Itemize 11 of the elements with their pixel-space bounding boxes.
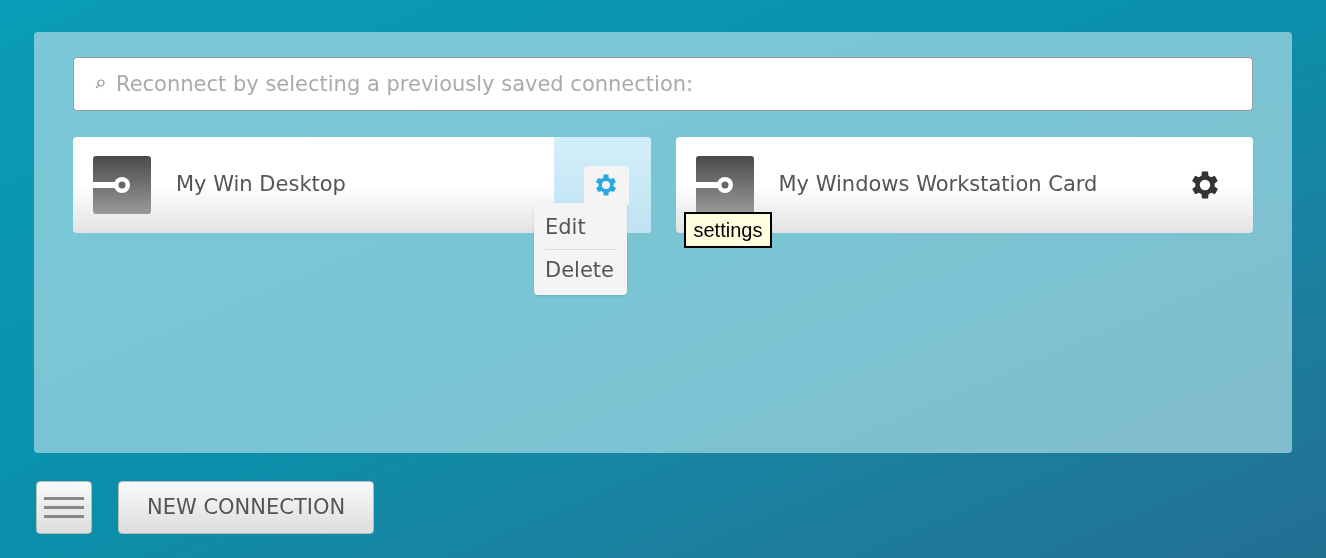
tooltip: settings: [683, 212, 773, 248]
menu-item[interactable]: Edit: [545, 207, 616, 249]
connection-icon: [695, 156, 754, 214]
new-connection-button[interactable]: NEW CONNECTION: [118, 481, 375, 534]
search-field[interactable]: Reconnect by selecting a previously saved connection:: [73, 57, 1253, 111]
search-icon: [95, 79, 105, 89]
connection-name: My Win Desktop: [176, 171, 346, 199]
menu-button[interactable]: [36, 481, 92, 534]
connection-icon: [93, 156, 151, 214]
connection-name: My Windows Workstation Card: [778, 171, 1098, 199]
menu-item[interactable]: Delete: [545, 248, 616, 291]
